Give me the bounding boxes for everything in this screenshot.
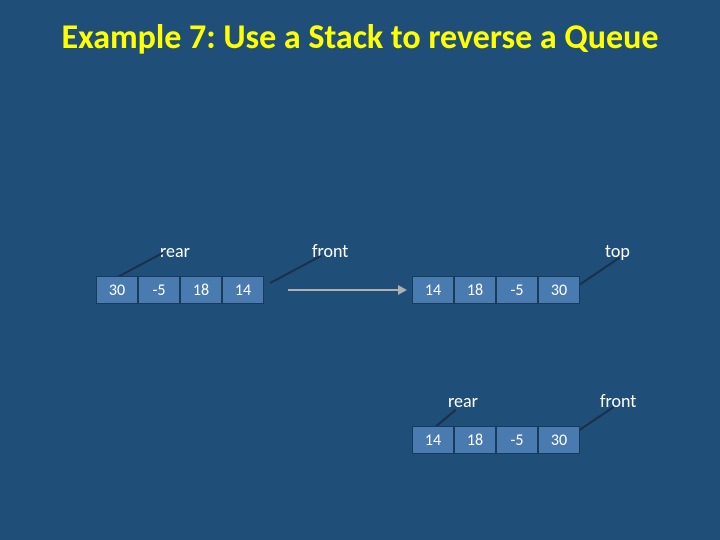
- label-rear-2: rear: [448, 390, 478, 412]
- cell: -5: [138, 276, 180, 304]
- arrow-1: [288, 289, 400, 291]
- cell: 14: [222, 276, 264, 304]
- arrow-1-head: [398, 285, 407, 295]
- cell: -5: [496, 426, 538, 454]
- cell: 30: [538, 426, 580, 454]
- cell: 14: [412, 276, 454, 304]
- cell: 18: [454, 276, 496, 304]
- cell: -5: [496, 276, 538, 304]
- pointer-top: [576, 257, 620, 287]
- stack: 14 18 -5 30: [412, 276, 580, 304]
- cell: 18: [454, 426, 496, 454]
- queue-2: 14 18 -5 30: [412, 426, 580, 454]
- cell: 18: [180, 276, 222, 304]
- cell: 30: [96, 276, 138, 304]
- label-front-2: front: [600, 390, 636, 412]
- slide-title: Example 7: Use a Stack to reverse a Queu…: [0, 0, 720, 59]
- label-front-1: front: [312, 240, 348, 262]
- cell: 14: [412, 426, 454, 454]
- queue-1: 30 -5 18 14: [96, 276, 264, 304]
- pointer-front-1: [270, 255, 322, 284]
- label-rear-1: rear: [160, 240, 190, 262]
- cell: 30: [538, 276, 580, 304]
